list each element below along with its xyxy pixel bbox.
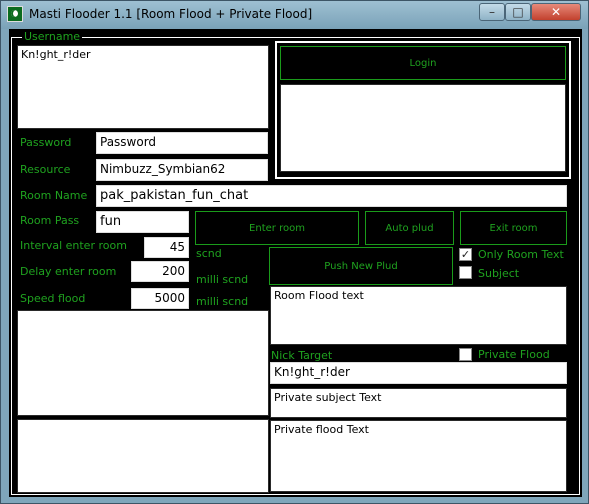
speed-flood-unit: milli scnd: [196, 295, 249, 308]
speed-flood-input[interactable]: 5000: [131, 288, 189, 309]
interval-label: Interval enter room: [20, 239, 127, 252]
close-button[interactable]: ✕: [531, 3, 581, 21]
room-pass-label: Room Pass: [20, 214, 80, 227]
title-bar[interactable]: Masti Flooder 1.1 [Room Flood + Private …: [1, 1, 588, 29]
only-room-text-label: Only Room Text: [478, 248, 564, 261]
private-flood-checkbox[interactable]: [459, 348, 472, 361]
room-name-input[interactable]: pak_pakistan_fun_chat: [96, 185, 567, 207]
private-flood-textarea[interactable]: Private flood Text: [270, 420, 567, 492]
auto-plud-button[interactable]: Auto plud: [365, 211, 454, 245]
push-new-plud-button[interactable]: Push New Plud: [269, 247, 453, 285]
login-log-box: [280, 84, 566, 172]
username-textarea[interactable]: Kn!ght_r!der: [17, 45, 269, 129]
client-area: Username Kn!ght_r!der Login Password Pas…: [9, 29, 582, 497]
log-box-lower: [17, 419, 269, 493]
delay-label: Delay enter room: [20, 265, 117, 278]
interval-unit: scnd: [196, 247, 222, 260]
room-flood-textarea[interactable]: Room Flood text: [270, 286, 567, 345]
room-name-label: Room Name: [20, 189, 88, 202]
enter-room-button[interactable]: Enter room: [195, 211, 359, 245]
subject-label: Subject: [478, 267, 520, 280]
app-window: Masti Flooder 1.1 [Room Flood + Private …: [0, 0, 589, 504]
window-title: Masti Flooder 1.1 [Room Flood + Private …: [29, 7, 313, 21]
resource-input[interactable]: Nimbuzz_Symbian62: [96, 159, 268, 181]
resource-label: Resource: [20, 163, 71, 176]
delay-unit: milli scnd: [196, 273, 249, 286]
exit-room-button[interactable]: Exit room: [460, 211, 567, 245]
only-room-text-checkbox[interactable]: ✓: [459, 248, 472, 261]
log-box-upper: [17, 310, 269, 416]
room-pass-input[interactable]: fun: [96, 211, 189, 233]
interval-input[interactable]: 45: [144, 237, 189, 258]
subject-checkbox[interactable]: [459, 266, 472, 279]
delay-input[interactable]: 200: [131, 261, 189, 282]
login-panel: Login: [275, 41, 571, 179]
password-input[interactable]: Password: [96, 132, 268, 154]
nick-target-input[interactable]: Kn!ght_r!der: [270, 362, 567, 384]
groupbox-legend: Username: [22, 30, 83, 43]
password-label: Password: [20, 136, 72, 149]
maximize-button[interactable]: □: [505, 3, 531, 21]
private-flood-label: Private Flood: [478, 348, 550, 361]
private-subject-textarea[interactable]: Private subject Text: [270, 388, 567, 418]
login-button[interactable]: Login: [280, 46, 566, 80]
speed-flood-label: Speed flood: [20, 292, 86, 305]
nick-target-label: Nick Target: [271, 349, 333, 362]
app-flag-icon: [7, 6, 23, 22]
minimize-button[interactable]: –: [479, 3, 505, 21]
